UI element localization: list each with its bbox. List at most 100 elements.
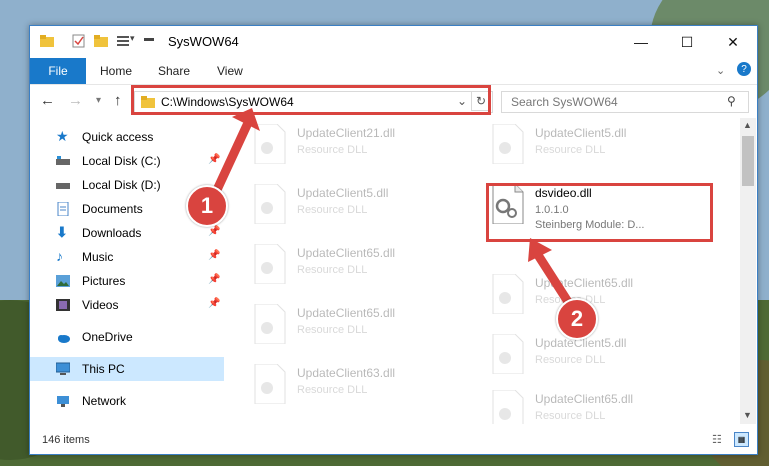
list-item[interactable]: UpdateClient65.dll Resource DLL (491, 388, 711, 424)
minimize-button[interactable]: — (618, 26, 664, 58)
sidebar-item-this-pc[interactable]: This PC (30, 357, 224, 381)
sidebar-item-label: OneDrive (82, 330, 133, 344)
list-item[interactable]: UpdateClient5.dll Resource DLL (491, 332, 711, 380)
computer-icon (56, 362, 70, 375)
documents-icon (57, 202, 69, 216)
tab-view[interactable]: View (217, 64, 243, 78)
sidebar-item-label: Documents (82, 202, 143, 216)
sidebar-item-label: This PC (82, 362, 125, 376)
address-bar-highlight (131, 85, 491, 115)
file-description: Resource DLL (535, 144, 606, 156)
dll-file-icon (254, 304, 286, 344)
videos-icon (56, 299, 70, 311)
vertical-scrollbar[interactable]: ▲ ▼ (740, 118, 756, 424)
view-options-icon[interactable] (116, 34, 130, 48)
chevron-down-icon[interactable]: ▾ (130, 33, 135, 44)
network-icon (57, 396, 69, 407)
item-count: 146 items (42, 434, 90, 446)
file-name: UpdateClient65.dll (535, 276, 634, 290)
file-description: Resource DLL (297, 204, 368, 216)
file-description: Resource DLL (535, 354, 606, 366)
download-icon: ⬇ (56, 224, 68, 240)
scroll-down-icon[interactable]: ▼ (743, 410, 752, 420)
step-badge-1: 1 (186, 185, 228, 227)
file-name: UpdateClient5.dll (535, 126, 627, 140)
dll-file-icon (492, 390, 524, 424)
dll-file-icon (254, 124, 286, 164)
pin-icon: 📌 (208, 298, 221, 309)
file-name: UpdateClient65.dll (297, 246, 396, 260)
back-arrow-icon[interactable]: ← (40, 92, 55, 109)
dll-file-icon (492, 334, 524, 374)
file-name: UpdateClient65.dll (297, 306, 396, 320)
sidebar-item-pictures[interactable]: Pictures 📌 (30, 269, 224, 293)
pictures-icon (56, 275, 70, 287)
drive-icon (56, 183, 70, 189)
sidebar-item-onedrive[interactable]: OneDrive (30, 325, 224, 349)
tab-share[interactable]: Share (158, 64, 190, 78)
sidebar-item-label: Quick access (82, 130, 154, 144)
list-item[interactable]: UpdateClient63.dll Resource DLL (253, 362, 473, 410)
sidebar-item-music[interactable]: ♪ Music 📌 (30, 245, 224, 269)
list-item[interactable]: UpdateClient21.dll Resource DLL (253, 122, 473, 170)
music-icon: ♪ (56, 248, 63, 264)
star-icon: ★ (56, 128, 69, 144)
sidebar-item-network[interactable]: Network (30, 389, 224, 413)
new-folder-icon[interactable] (94, 34, 108, 48)
file-description: Resource DLL (297, 324, 368, 336)
sidebar-item-downloads[interactable]: ⬇ Downloads 📌 (30, 221, 224, 245)
window-title: SysWOW64 (168, 34, 239, 49)
sidebar-item-videos[interactable]: Videos 📌 (30, 293, 224, 317)
tab-file[interactable]: File (30, 58, 86, 84)
list-item[interactable]: UpdateClient65.dll Resource DLL (491, 272, 711, 320)
pin-icon: 📌 (208, 226, 221, 237)
chevron-down-icon[interactable]: ⌄ (716, 64, 725, 77)
close-button[interactable]: ✕ (710, 26, 756, 58)
large-icons-view-icon[interactable]: ▦ (734, 432, 749, 447)
drive-icon (56, 156, 70, 165)
up-arrow-icon[interactable]: ↑ (114, 92, 122, 109)
step-badge-2: 2 (556, 298, 598, 340)
properties-icon[interactable] (72, 34, 86, 48)
file-name: UpdateClient63.dll (297, 366, 396, 380)
sidebar-item-label: Videos (82, 298, 119, 312)
search-input[interactable]: Search SysWOW64 ⚲ (501, 91, 749, 113)
search-icon: ⚲ (727, 94, 736, 108)
file-name: UpdateClient5.dll (297, 186, 389, 200)
navigation-pane: ★ Quick access Local Disk (C:) 📌 Local D… (30, 118, 224, 424)
sidebar-item-label: Network (82, 394, 127, 408)
search-placeholder: Search SysWOW64 (511, 95, 618, 109)
sidebar-item-quick-access[interactable]: ★ Quick access (30, 125, 224, 149)
cloud-icon (58, 335, 70, 343)
sidebar-item-label: Local Disk (C:) (82, 154, 161, 168)
sidebar-item-local-disk-c[interactable]: Local Disk (C:) 📌 (30, 149, 224, 173)
maximize-button[interactable]: ☐ (664, 26, 710, 58)
details-view-icon[interactable]: ☷ (712, 433, 722, 446)
file-description: Resource DLL (297, 264, 368, 276)
title-bar: ▾ ▬ SysWOW64 — ☐ ✕ (30, 26, 757, 58)
pin-icon: 📌 (208, 274, 221, 285)
list-item[interactable]: UpdateClient65.dll Resource DLL (253, 242, 473, 290)
customize-toolbar-icon[interactable]: ▬ (144, 33, 154, 44)
file-list: UpdateClient21.dll Resource DLL UpdateCl… (225, 118, 740, 424)
tab-home[interactable]: Home (100, 64, 132, 78)
ribbon-tabs: File Home Share View ⌄ ? (30, 58, 757, 85)
sidebar-item-label: Local Disk (D:) (82, 178, 161, 192)
file-description: Resource DLL (535, 410, 606, 422)
pin-icon: 📌 (208, 250, 221, 261)
file-highlight (486, 183, 713, 242)
scroll-up-icon[interactable]: ▲ (743, 120, 752, 130)
scrollbar-thumb[interactable] (742, 136, 754, 186)
dll-file-icon (254, 364, 286, 404)
file-name: UpdateClient65.dll (535, 392, 634, 406)
dll-file-icon (254, 244, 286, 284)
list-item[interactable]: UpdateClient5.dll Resource DLL (491, 122, 711, 170)
help-icon[interactable]: ? (737, 62, 751, 76)
sidebar-item-label: Downloads (82, 226, 142, 240)
file-name: UpdateClient21.dll (297, 126, 396, 140)
list-item[interactable]: UpdateClient5.dll Resource DLL (253, 182, 473, 230)
recent-locations-chevron-icon[interactable]: ▾ (96, 95, 101, 106)
forward-arrow-icon[interactable]: → (68, 92, 83, 109)
dll-file-icon (492, 124, 524, 164)
list-item[interactable]: UpdateClient65.dll Resource DLL (253, 302, 473, 350)
